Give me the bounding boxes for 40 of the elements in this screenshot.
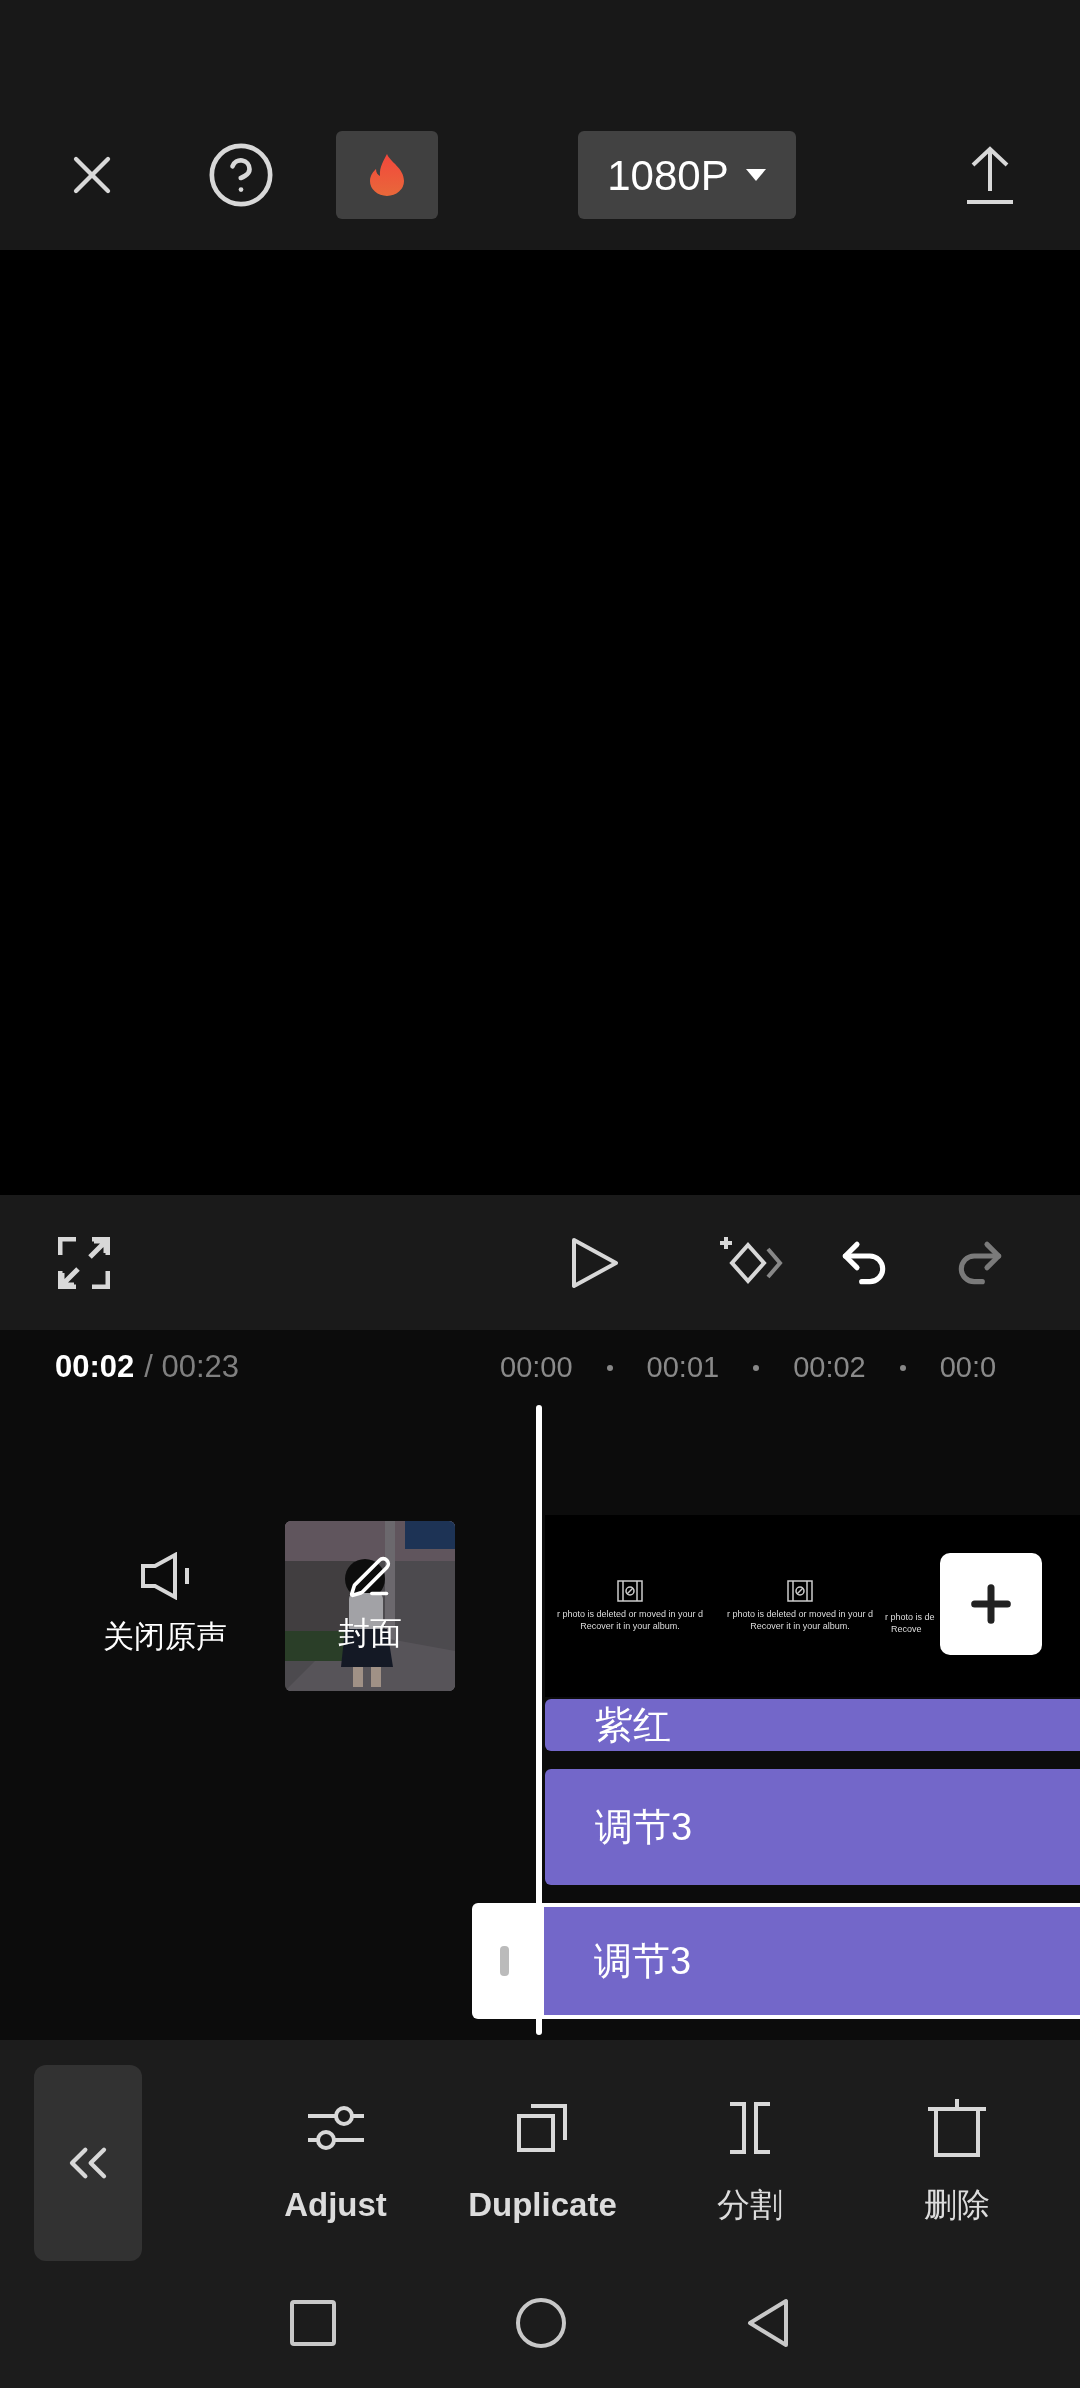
toolbar-button[interactable]: Duplicate [439,2096,646,2230]
missing-media-text: r photo is de [885,1611,935,1623]
play-button[interactable] [570,1235,620,1290]
toolbar-button[interactable]: 分割 [646,2096,853,2230]
edit-icon [348,1555,392,1599]
effect-track[interactable]: 紫红 [545,1699,1080,1751]
missing-media-text: r photo is deleted or moved in your d [726,1608,874,1620]
missing-media-text: Recove [890,1623,922,1635]
ruler-time: 00:02 [793,1349,866,1385]
resolution-dropdown[interactable]: 1080P [578,131,796,219]
ruler-time: 00:00 [500,1349,573,1385]
play-icon [570,1235,620,1290]
effect-track[interactable]: 调节3 [545,1769,1080,1885]
effect-track[interactable]: 调节3 [544,1903,1080,2019]
broken-film-icon [787,1580,813,1602]
missing-media-text: r photo is deleted or moved in your d [556,1608,704,1620]
back-button[interactable] [746,2297,790,2349]
expand-icon [58,1236,110,1289]
broken-film-icon [617,1580,643,1602]
ruler-time: 00:0 [939,1349,997,1385]
trim-handle[interactable] [472,1903,544,2019]
fullscreen-button[interactable] [58,1236,110,1289]
missing-media-text: Recover it in your album. [580,1620,680,1632]
mute-original-button[interactable]: 关闭原声 [95,1551,235,1661]
toolbar-button[interactable]: 删除 [853,2096,1060,2230]
total-duration: / 00:23 [144,1348,240,1387]
home-button[interactable] [516,2298,566,2348]
speaker-icon [139,1551,191,1600]
add-clip-button[interactable] [940,1553,1042,1655]
back-triangle-icon [746,2297,790,2349]
upload-icon [965,145,1015,205]
trending-button[interactable] [336,131,438,219]
missing-media-text: Recover it in your album. [750,1620,850,1632]
current-time: 00:02 [55,1348,135,1387]
trash-icon [925,2097,988,2160]
ruler-time: 00:01 [646,1349,720,1385]
flame-icon [368,153,406,197]
recents-button[interactable] [290,2300,336,2346]
caret-icon [744,168,767,182]
toolbar-button[interactable]: Adjust [232,2096,439,2230]
